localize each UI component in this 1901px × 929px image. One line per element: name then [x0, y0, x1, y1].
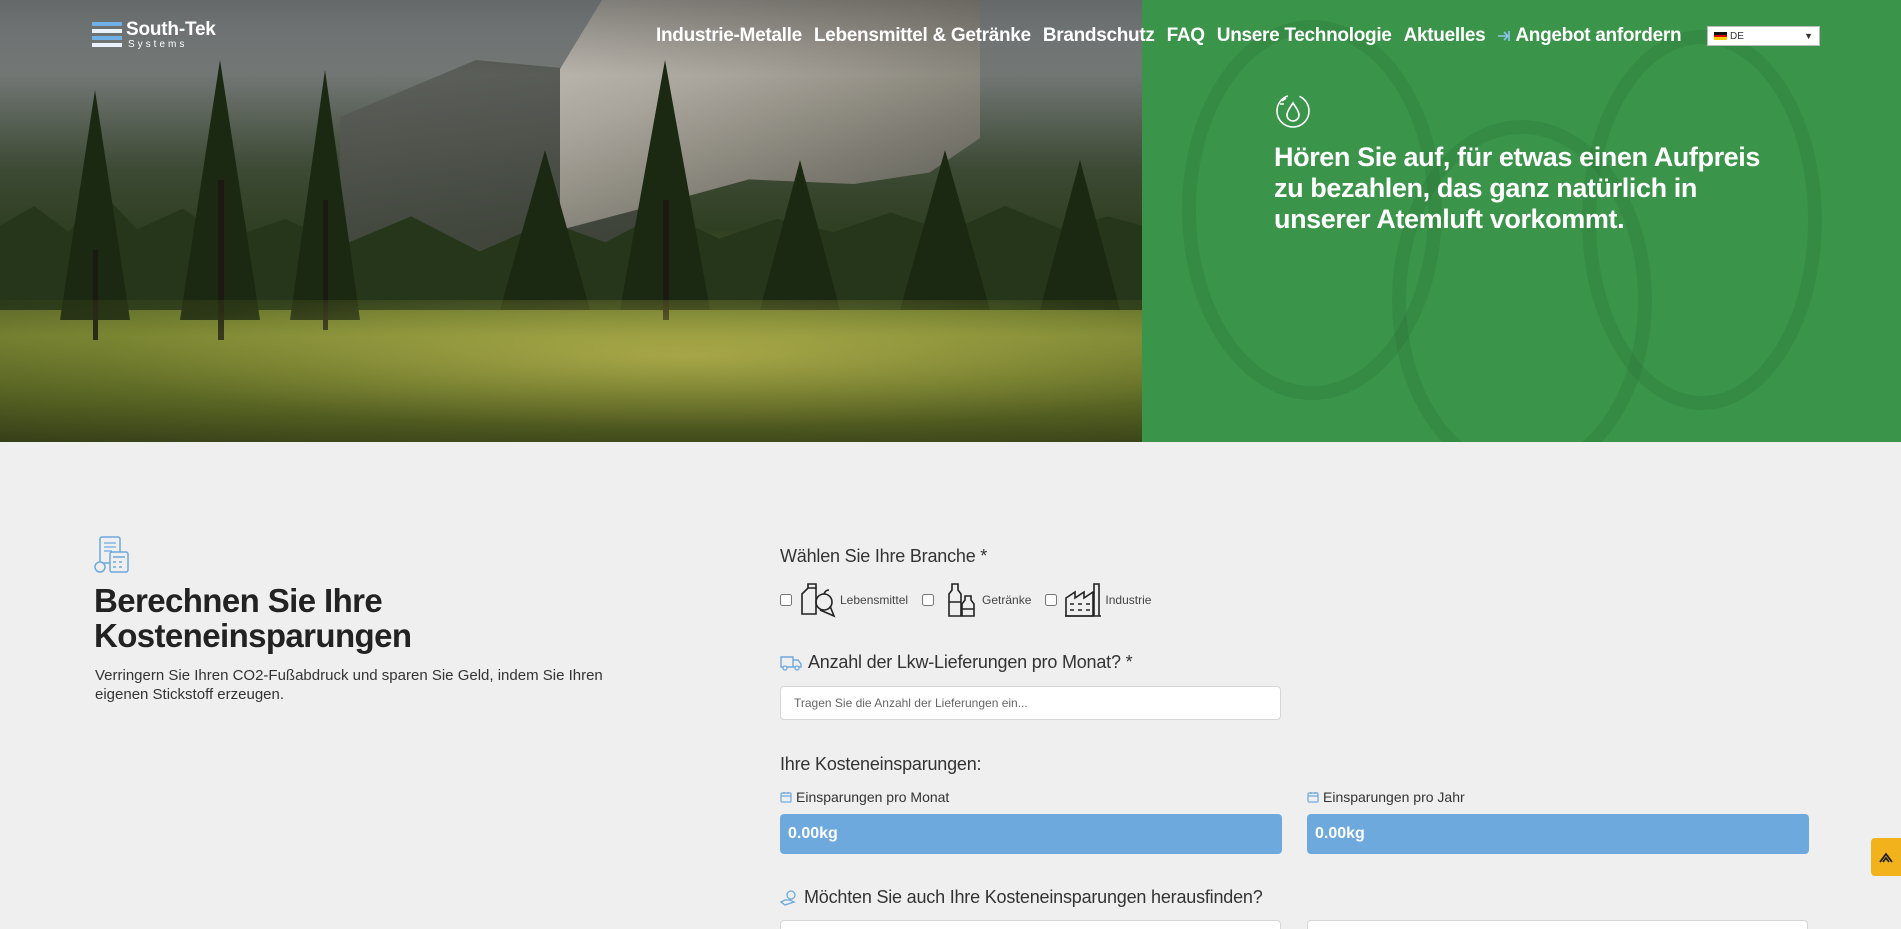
forest-hero-image [0, 0, 1142, 442]
savings-heading: Ihre Kosteneinsparungen: [780, 754, 982, 774]
branche-option-getraenke[interactable]: Getränke [922, 580, 1031, 620]
logo[interactable]: South-Tek Systems [92, 20, 216, 50]
nav-aktuelles[interactable]: Aktuelles [1404, 25, 1486, 47]
monthly-savings-label: Einsparungen pro Monat [780, 789, 949, 805]
branche-label: Wählen Sie Ihre Branche * [780, 546, 988, 566]
calculator-title: Berechnen Sie Ihre Kosteneinsparungen [94, 582, 412, 654]
branche-option-lebensmittel[interactable]: Lebensmittel [780, 580, 908, 620]
quote-label: Angebot anfordern [1515, 25, 1682, 46]
dropdown-arrow-icon: ▼ [1804, 31, 1813, 41]
language-value: DE [1730, 30, 1744, 42]
factory-icon [1065, 583, 1102, 617]
nav-brandschutz[interactable]: Brandschutz [1043, 25, 1155, 47]
calendar-icon [1307, 792, 1319, 803]
checkbox-lebensmittel[interactable] [780, 594, 792, 606]
cost-input-right[interactable] [1307, 920, 1808, 929]
bottles-icon [948, 583, 975, 617]
main-nav: Industrie-Metalle Lebensmittel & Getränk… [656, 25, 1682, 47]
calendar-icon [780, 792, 792, 803]
checkbox-industrie[interactable] [1045, 594, 1058, 606]
login-arrow-icon [1498, 31, 1511, 41]
eco-water-icon [1276, 94, 1310, 128]
hero-section: Hören Sie auf, für etwas einen Aufpreis … [0, 0, 1901, 442]
nav-unsere-technologie[interactable]: Unsere Technologie [1217, 25, 1392, 47]
calculator-description: Verringern Sie Ihren CO2-Fußabdruck und … [95, 667, 603, 703]
nav-industrie-metalle[interactable]: Industrie-Metalle [656, 25, 802, 47]
branche-options: Lebensmittel Getränke Industrie [780, 580, 1165, 620]
monthly-savings-value: 0.00kg [780, 814, 1282, 854]
hand-coin-icon [780, 889, 796, 906]
cost-question-label: Möchten Sie auch Ihre Kosteneinsparungen… [780, 887, 1263, 908]
nav-angebot-anfordern[interactable]: Angebot anfordern [1497, 25, 1682, 47]
nav-lebensmittel-getraenke[interactable]: Lebensmittel & Getränke [814, 25, 1031, 47]
nav-faq[interactable]: FAQ [1167, 25, 1205, 47]
checkbox-getraenke[interactable] [922, 594, 935, 606]
yearly-savings-label: Einsparungen pro Jahr [1307, 789, 1465, 805]
logo-subtitle: Systems [128, 39, 188, 50]
logo-name: South-Tek [126, 19, 216, 40]
deliveries-label: Anzahl der Lkw-Lieferungen pro Monat? * [780, 652, 1133, 673]
logo-mark-icon [92, 21, 122, 49]
scroll-top-button[interactable] [1871, 838, 1901, 876]
chevron-up-icon [1879, 852, 1893, 863]
german-flag-icon [1714, 32, 1727, 41]
hero-green-panel: Hören Sie auf, für etwas einen Aufpreis … [1142, 0, 1901, 442]
calculator-icon [94, 536, 129, 573]
yearly-savings-value: 0.00kg [1307, 814, 1809, 854]
deliveries-input[interactable]: Tragen Sie die Anzahl der Lieferungen ei… [780, 686, 1281, 720]
deliveries-placeholder: Tragen Sie die Anzahl der Lieferungen ei… [794, 696, 1028, 710]
cost-input-left[interactable] [780, 920, 1281, 929]
language-select[interactable]: DE ▼ [1707, 26, 1820, 46]
hero-heading: Hören Sie auf, für etwas einen Aufpreis … [1274, 142, 1761, 234]
food-icon [801, 583, 836, 618]
branche-option-industrie[interactable]: Industrie [1045, 580, 1151, 620]
truck-icon [780, 655, 802, 671]
